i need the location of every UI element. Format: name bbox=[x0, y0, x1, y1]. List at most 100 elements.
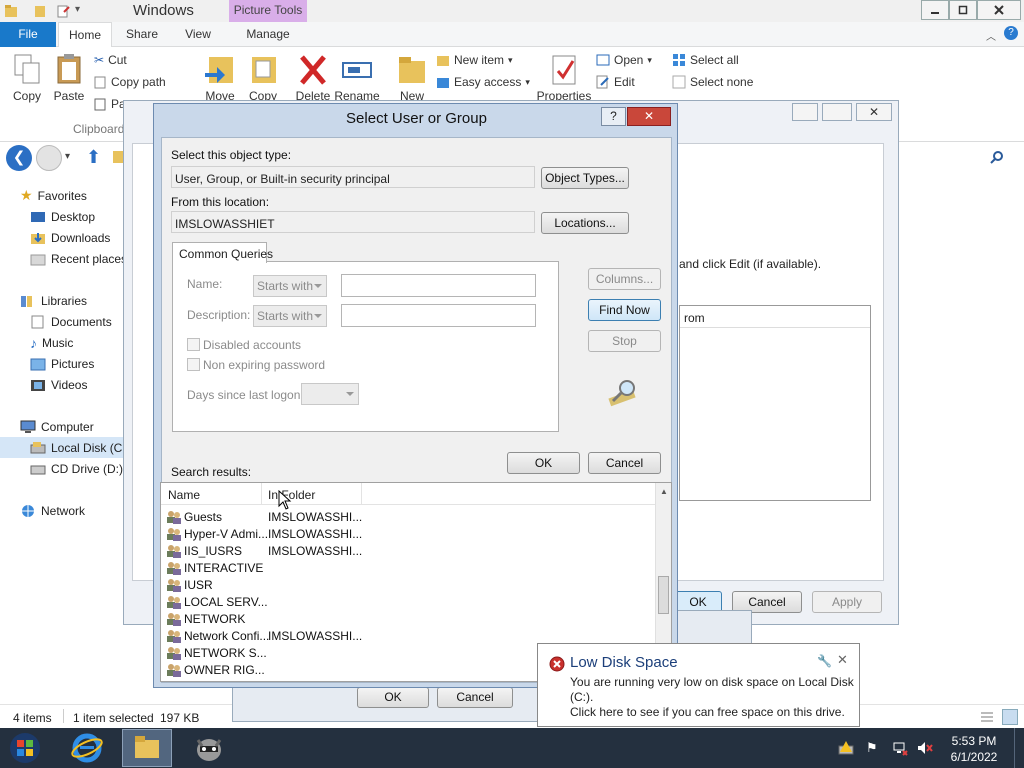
props-apply-button[interactable]: Apply bbox=[812, 591, 882, 613]
chevron-down-icon: ▾ bbox=[508, 54, 513, 65]
up-arrow-icon[interactable]: ⬆ bbox=[86, 147, 101, 168]
error-icon bbox=[549, 656, 565, 672]
props-close-button[interactable]: ✕ bbox=[856, 103, 892, 121]
name-label: Name: bbox=[187, 277, 223, 291]
table-row[interactable]: Guests IMSLOWASSHI... bbox=[161, 509, 651, 526]
stop-button[interactable]: Stop bbox=[588, 330, 661, 352]
internet-explorer-icon[interactable] bbox=[70, 732, 104, 764]
raccoon-app-icon[interactable] bbox=[192, 732, 226, 764]
clock-time[interactable]: 5:53 PM bbox=[948, 734, 1000, 748]
select-none-icon bbox=[672, 75, 686, 89]
adv-cancel-button[interactable]: Cancel bbox=[437, 687, 513, 708]
maximize-button[interactable] bbox=[949, 0, 977, 20]
start-button-icon[interactable] bbox=[8, 732, 42, 764]
paste-button[interactable]: Paste bbox=[50, 53, 88, 103]
disabled-accounts-checkbox[interactable] bbox=[187, 338, 200, 351]
object-types-button[interactable]: Object Types... bbox=[541, 167, 629, 189]
locations-button[interactable]: Locations... bbox=[541, 212, 629, 234]
ok-button[interactable]: OK bbox=[507, 452, 580, 474]
large-icons-view-icon[interactable] bbox=[1002, 709, 1018, 725]
select-none-button[interactable]: Select none bbox=[672, 75, 753, 89]
columns-button[interactable]: Columns... bbox=[588, 268, 661, 290]
description-condition-select[interactable]: Starts with bbox=[253, 305, 327, 327]
low-disk-tray-icon[interactable] bbox=[838, 740, 854, 756]
edit-button[interactable]: Edit bbox=[596, 75, 635, 89]
open-button[interactable]: Open ▾ bbox=[596, 53, 652, 67]
details-view-icon[interactable] bbox=[980, 710, 994, 724]
help-icon[interactable]: ? bbox=[1004, 26, 1018, 40]
select-all-button[interactable]: Select all bbox=[672, 53, 739, 67]
ribbon-collapse-icon[interactable]: ︿ bbox=[986, 28, 996, 43]
tab-common-queries[interactable]: Common Queries bbox=[172, 242, 273, 263]
find-now-button[interactable]: Find Now bbox=[588, 299, 661, 321]
name-condition-select[interactable]: Starts with bbox=[253, 275, 327, 297]
tab-file[interactable]: File bbox=[0, 22, 56, 47]
props-maximize-button[interactable] bbox=[822, 103, 852, 121]
help-button[interactable]: ? bbox=[601, 107, 626, 126]
cancel-button[interactable]: Cancel bbox=[588, 452, 661, 474]
file-explorer-taskbar-button[interactable] bbox=[122, 729, 172, 767]
days-since-logon-select[interactable] bbox=[301, 383, 359, 405]
volume-muted-icon[interactable] bbox=[916, 740, 934, 756]
nav-favorites-label: Favorites bbox=[37, 188, 87, 203]
name-condition-value: Starts with bbox=[257, 279, 314, 293]
wrench-icon[interactable]: 🔧 bbox=[817, 654, 832, 668]
properties-button[interactable]: Properties bbox=[536, 53, 592, 103]
table-row[interactable]: IUSR bbox=[161, 577, 651, 594]
back-arrow-icon[interactable]: ❮ bbox=[6, 145, 32, 171]
close-button[interactable] bbox=[977, 0, 1021, 20]
clock-date[interactable]: 6/1/2022 bbox=[946, 750, 1002, 764]
low-disk-notification[interactable]: Low Disk Space 🔧 ✕ You are running very … bbox=[537, 643, 860, 727]
clipboard-group-label: Clipboard bbox=[73, 122, 125, 136]
table-row[interactable]: IIS_IUSRS IMSLOWASSHI... bbox=[161, 543, 651, 560]
copy-to-button[interactable]: Copy bbox=[243, 53, 283, 103]
row-name: OWNER RIG... bbox=[184, 663, 265, 677]
table-row[interactable]: LOCAL SERV... bbox=[161, 594, 651, 611]
column-header-name[interactable]: Name bbox=[168, 488, 200, 502]
adv-ok-button[interactable]: OK bbox=[357, 687, 429, 708]
table-row[interactable]: NETWORK bbox=[161, 611, 651, 628]
minimize-button[interactable] bbox=[921, 0, 949, 20]
nav-recent-label: Recent places bbox=[51, 251, 128, 266]
computer-icon bbox=[20, 420, 36, 434]
non-expiring-checkbox[interactable] bbox=[187, 358, 200, 371]
scroll-up-icon[interactable]: ▲ bbox=[660, 487, 668, 496]
easy-access-button[interactable]: Easy access ▾ bbox=[436, 75, 530, 89]
user-group-icon bbox=[166, 629, 182, 643]
nav-local-disk[interactable]: Local Disk (C:) bbox=[0, 437, 124, 458]
scroll-thumb[interactable] bbox=[658, 576, 669, 614]
delete-button[interactable]: Delete bbox=[292, 53, 334, 103]
notification-line1: You are running very low on disk space o… bbox=[570, 675, 854, 689]
name-input[interactable] bbox=[341, 274, 536, 297]
description-input[interactable] bbox=[341, 304, 536, 327]
table-row[interactable]: Hyper-V Admi... IMSLOWASSHI... bbox=[161, 526, 651, 543]
props-minimize-button[interactable] bbox=[792, 103, 818, 121]
cut-button[interactable]: ✂ Cut bbox=[94, 53, 127, 67]
search-icon[interactable] bbox=[990, 150, 1004, 164]
network-status-icon[interactable] bbox=[892, 740, 908, 756]
user-group-icon bbox=[166, 663, 182, 677]
close-icon[interactable]: ✕ bbox=[837, 652, 848, 668]
recent-locations-icon[interactable]: ▾ bbox=[65, 151, 70, 162]
forward-arrow-icon[interactable] bbox=[36, 145, 62, 171]
new-item-button[interactable]: New item ▾ bbox=[436, 53, 513, 67]
hard-drive-icon bbox=[30, 441, 46, 455]
tab-manage[interactable]: Manage bbox=[232, 22, 304, 47]
new-folder-qat-icon[interactable] bbox=[56, 4, 70, 18]
properties-qat-icon[interactable] bbox=[33, 4, 47, 18]
copy-path-button[interactable]: Copy path bbox=[94, 75, 166, 89]
move-to-button[interactable]: Move bbox=[200, 53, 240, 103]
show-desktop-button[interactable] bbox=[1014, 728, 1024, 768]
tab-view[interactable]: View bbox=[172, 22, 224, 47]
rename-button[interactable]: Rename bbox=[334, 53, 380, 103]
new-folder-button[interactable]: New bbox=[394, 53, 430, 103]
tab-home[interactable]: Home bbox=[58, 22, 112, 48]
paste-shortcut-button[interactable]: Pa bbox=[94, 97, 126, 111]
dialog-close-button[interactable]: ✕ bbox=[627, 107, 671, 126]
qat-dropdown-icon[interactable]: ▾ bbox=[75, 4, 80, 15]
action-center-icon[interactable]: ⚑ bbox=[866, 740, 878, 756]
copy-button[interactable]: Copy bbox=[8, 53, 46, 103]
table-row[interactable]: INTERACTIVE bbox=[161, 560, 651, 577]
new-item-icon bbox=[436, 53, 450, 67]
tab-share[interactable]: Share bbox=[116, 22, 168, 47]
